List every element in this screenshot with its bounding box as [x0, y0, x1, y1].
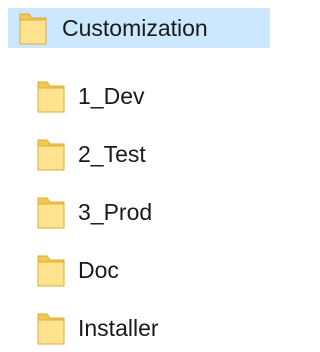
tree-item-label: Doc — [78, 256, 119, 283]
tree-item-customization[interactable]: Customization — [8, 8, 270, 48]
folder-tree: Customization 1_Dev 2_Test 3_Prod Doc In… — [0, 0, 278, 352]
tree-item-label: Installer — [78, 314, 159, 341]
folder-icon — [37, 81, 65, 113]
tree-item-1-dev[interactable]: 1_Dev — [26, 76, 256, 116]
tree-item-2-test[interactable]: 2_Test — [26, 134, 256, 174]
folder-icon — [37, 313, 65, 345]
folder-icon — [19, 13, 47, 45]
folder-icon — [37, 255, 65, 287]
folder-icon — [37, 139, 65, 171]
tree-item-label: 3_Prod — [78, 198, 153, 225]
folder-icon — [37, 197, 65, 229]
tree-item-3-prod[interactable]: 3_Prod — [26, 192, 256, 232]
tree-item-label: 2_Test — [78, 140, 146, 167]
tree-item-label: 1_Dev — [78, 82, 145, 109]
tree-item-label: Customization — [62, 14, 208, 41]
tree-item-doc[interactable]: Doc — [26, 250, 256, 290]
tree-item-installer[interactable]: Installer — [26, 308, 256, 348]
